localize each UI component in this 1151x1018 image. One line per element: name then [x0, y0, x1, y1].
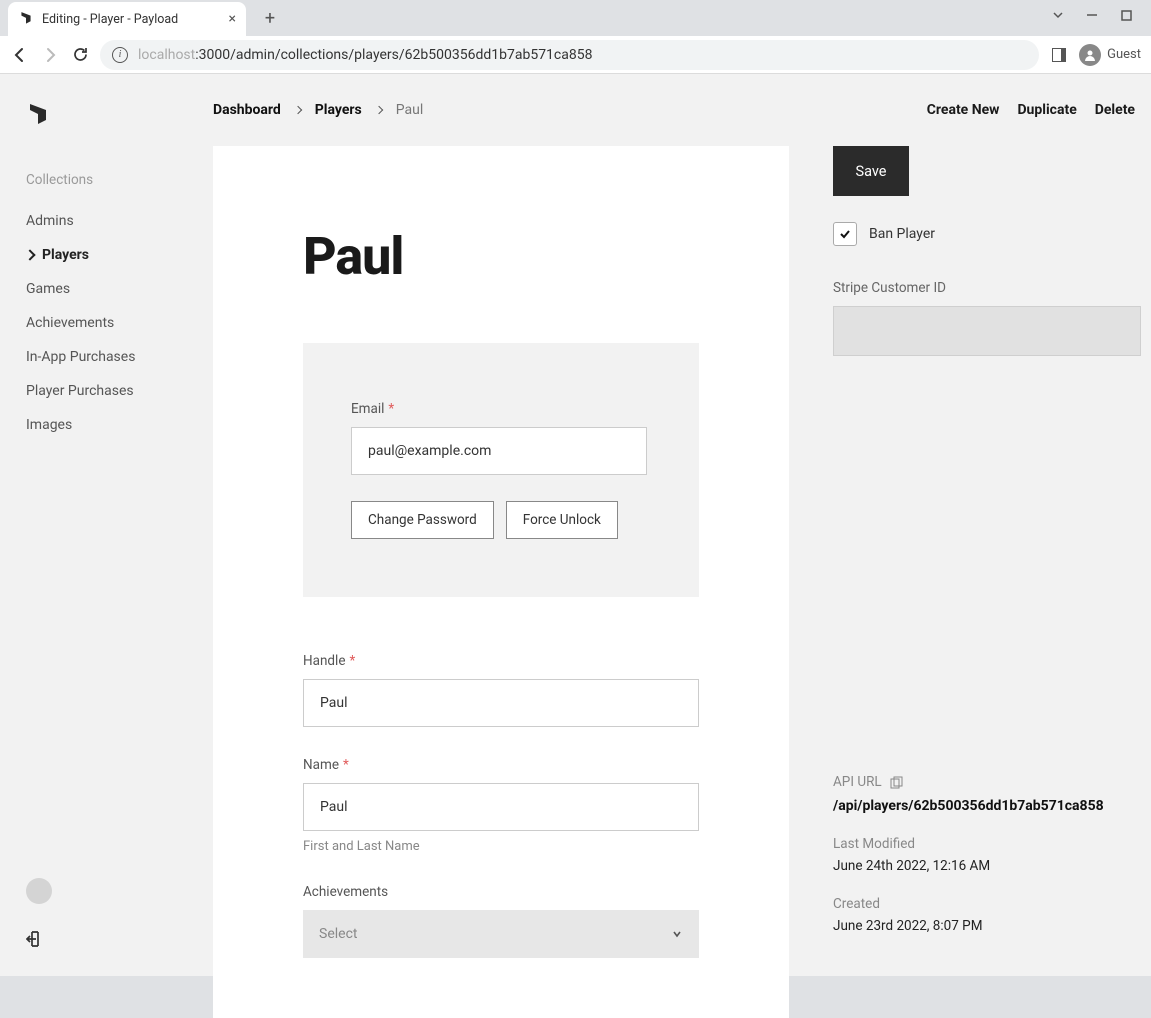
- name-label: Name*: [303, 757, 699, 773]
- browser-chrome: Editing - Player - Payload × + i localho…: [0, 0, 1151, 74]
- favicon-icon: [18, 11, 34, 27]
- sidebar-item-player-purchases[interactable]: Player Purchases: [26, 374, 163, 408]
- last-modified-label: Last Modified: [833, 836, 1141, 852]
- maximize-icon[interactable]: [1119, 8, 1133, 22]
- handle-label: Handle*: [303, 653, 699, 669]
- forward-icon: [40, 45, 60, 65]
- api-url-label: API URL: [833, 774, 882, 790]
- minimize-icon[interactable]: [1085, 8, 1099, 22]
- achievements-field-group: Achievements Select: [303, 884, 699, 958]
- window-controls: [1033, 0, 1151, 30]
- profile-name: Guest: [1107, 47, 1141, 62]
- name-field[interactable]: [303, 783, 699, 831]
- created-value: June 23rd 2022, 8:07 PM: [833, 918, 1141, 934]
- breadcrumb: Dashboard Players Paul: [213, 102, 789, 118]
- close-icon[interactable]: ×: [229, 11, 236, 27]
- change-password-button[interactable]: Change Password: [351, 501, 494, 539]
- achievements-select[interactable]: Select: [303, 910, 699, 958]
- crumb-dashboard[interactable]: Dashboard: [213, 102, 281, 118]
- created-label: Created: [833, 896, 1141, 912]
- auth-buttons: Change Password Force Unlock: [351, 501, 651, 539]
- select-placeholder: Select: [319, 926, 357, 942]
- api-url-value: /api/players/62b500356dd1b7ab571ca858: [833, 798, 1141, 814]
- sidebar-item-players[interactable]: Players: [26, 238, 163, 272]
- sidebar-section-label: Collections: [26, 172, 163, 188]
- handle-field[interactable]: [303, 679, 699, 727]
- chevron-down-icon: [671, 928, 683, 940]
- right-column: Create New Duplicate Delete Save Ban Pla…: [819, 74, 1151, 976]
- browser-toolbar: i localhost:3000/admin/collections/playe…: [0, 36, 1151, 74]
- force-unlock-button[interactable]: Force Unlock: [506, 501, 618, 539]
- name-hint: First and Last Name: [303, 839, 699, 854]
- sidebar-item-games[interactable]: Games: [26, 272, 163, 306]
- sidebar-bottom: [26, 878, 163, 948]
- content: Dashboard Players Paul Paul Email* Chang…: [189, 74, 1151, 976]
- copy-icon[interactable]: [890, 776, 903, 789]
- address-bar[interactable]: i localhost:3000/admin/collections/playe…: [100, 40, 1039, 70]
- reload-icon[interactable]: [70, 45, 90, 65]
- main-column: Dashboard Players Paul Paul Email* Chang…: [189, 74, 819, 976]
- back-icon[interactable]: [10, 45, 30, 65]
- titlebar: Editing - Player - Payload × +: [0, 0, 1151, 36]
- chevron-right-icon: [294, 106, 302, 114]
- meta-block: API URL /api/players/62b500356dd1b7ab571…: [833, 774, 1141, 956]
- logout-icon[interactable]: [26, 930, 44, 948]
- edit-card: Paul Email* Change Password Force Unlock…: [213, 146, 789, 1018]
- new-tab-button[interactable]: +: [256, 4, 284, 32]
- api-url-row: API URL: [833, 774, 1141, 790]
- side-panel-icon[interactable]: [1049, 45, 1069, 65]
- chevron-right-icon: [375, 106, 383, 114]
- crumb-players[interactable]: Players: [315, 102, 362, 118]
- page-title: Paul: [303, 226, 699, 287]
- crumb-current: Paul: [396, 102, 424, 118]
- tab-title: Editing - Player - Payload: [42, 12, 221, 27]
- app: Collections Admins Players Games Achieve…: [0, 74, 1151, 976]
- stripe-label: Stripe Customer ID: [833, 280, 1141, 296]
- action-row: Create New Duplicate Delete: [833, 102, 1141, 118]
- last-modified-value: June 24th 2022, 12:16 AM: [833, 858, 1141, 874]
- profile-chip[interactable]: Guest: [1079, 44, 1141, 66]
- payload-logo-icon[interactable]: [26, 102, 50, 130]
- stripe-id-field[interactable]: [833, 306, 1141, 356]
- ban-player-label: Ban Player: [869, 226, 935, 242]
- sidebar-item-achievements[interactable]: Achievements: [26, 306, 163, 340]
- chevron-down-icon[interactable]: [1051, 8, 1065, 22]
- auth-block: Email* Change Password Force Unlock: [303, 343, 699, 597]
- sidebar-item-admins[interactable]: Admins: [26, 204, 163, 238]
- user-avatar-icon[interactable]: [26, 878, 52, 904]
- achievements-label: Achievements: [303, 884, 699, 900]
- ban-player-row[interactable]: Ban Player: [833, 222, 1141, 246]
- delete-link[interactable]: Delete: [1095, 102, 1135, 118]
- sidebar-item-inapp[interactable]: In-App Purchases: [26, 340, 163, 374]
- create-new-link[interactable]: Create New: [927, 102, 1000, 118]
- save-button[interactable]: Save: [833, 146, 909, 196]
- url-text: localhost:3000/admin/collections/players…: [138, 47, 592, 63]
- ban-player-checkbox[interactable]: [833, 222, 857, 246]
- email-field[interactable]: [351, 427, 647, 475]
- sidebar: Collections Admins Players Games Achieve…: [0, 74, 189, 976]
- person-icon: [1079, 44, 1101, 66]
- browser-tab[interactable]: Editing - Player - Payload ×: [8, 2, 246, 36]
- handle-field-group: Handle*: [303, 653, 699, 727]
- duplicate-link[interactable]: Duplicate: [1017, 102, 1076, 118]
- site-info-icon[interactable]: i: [112, 47, 128, 63]
- sidebar-item-images[interactable]: Images: [26, 408, 163, 442]
- email-label: Email*: [351, 401, 651, 417]
- name-field-group: Name* First and Last Name: [303, 757, 699, 854]
